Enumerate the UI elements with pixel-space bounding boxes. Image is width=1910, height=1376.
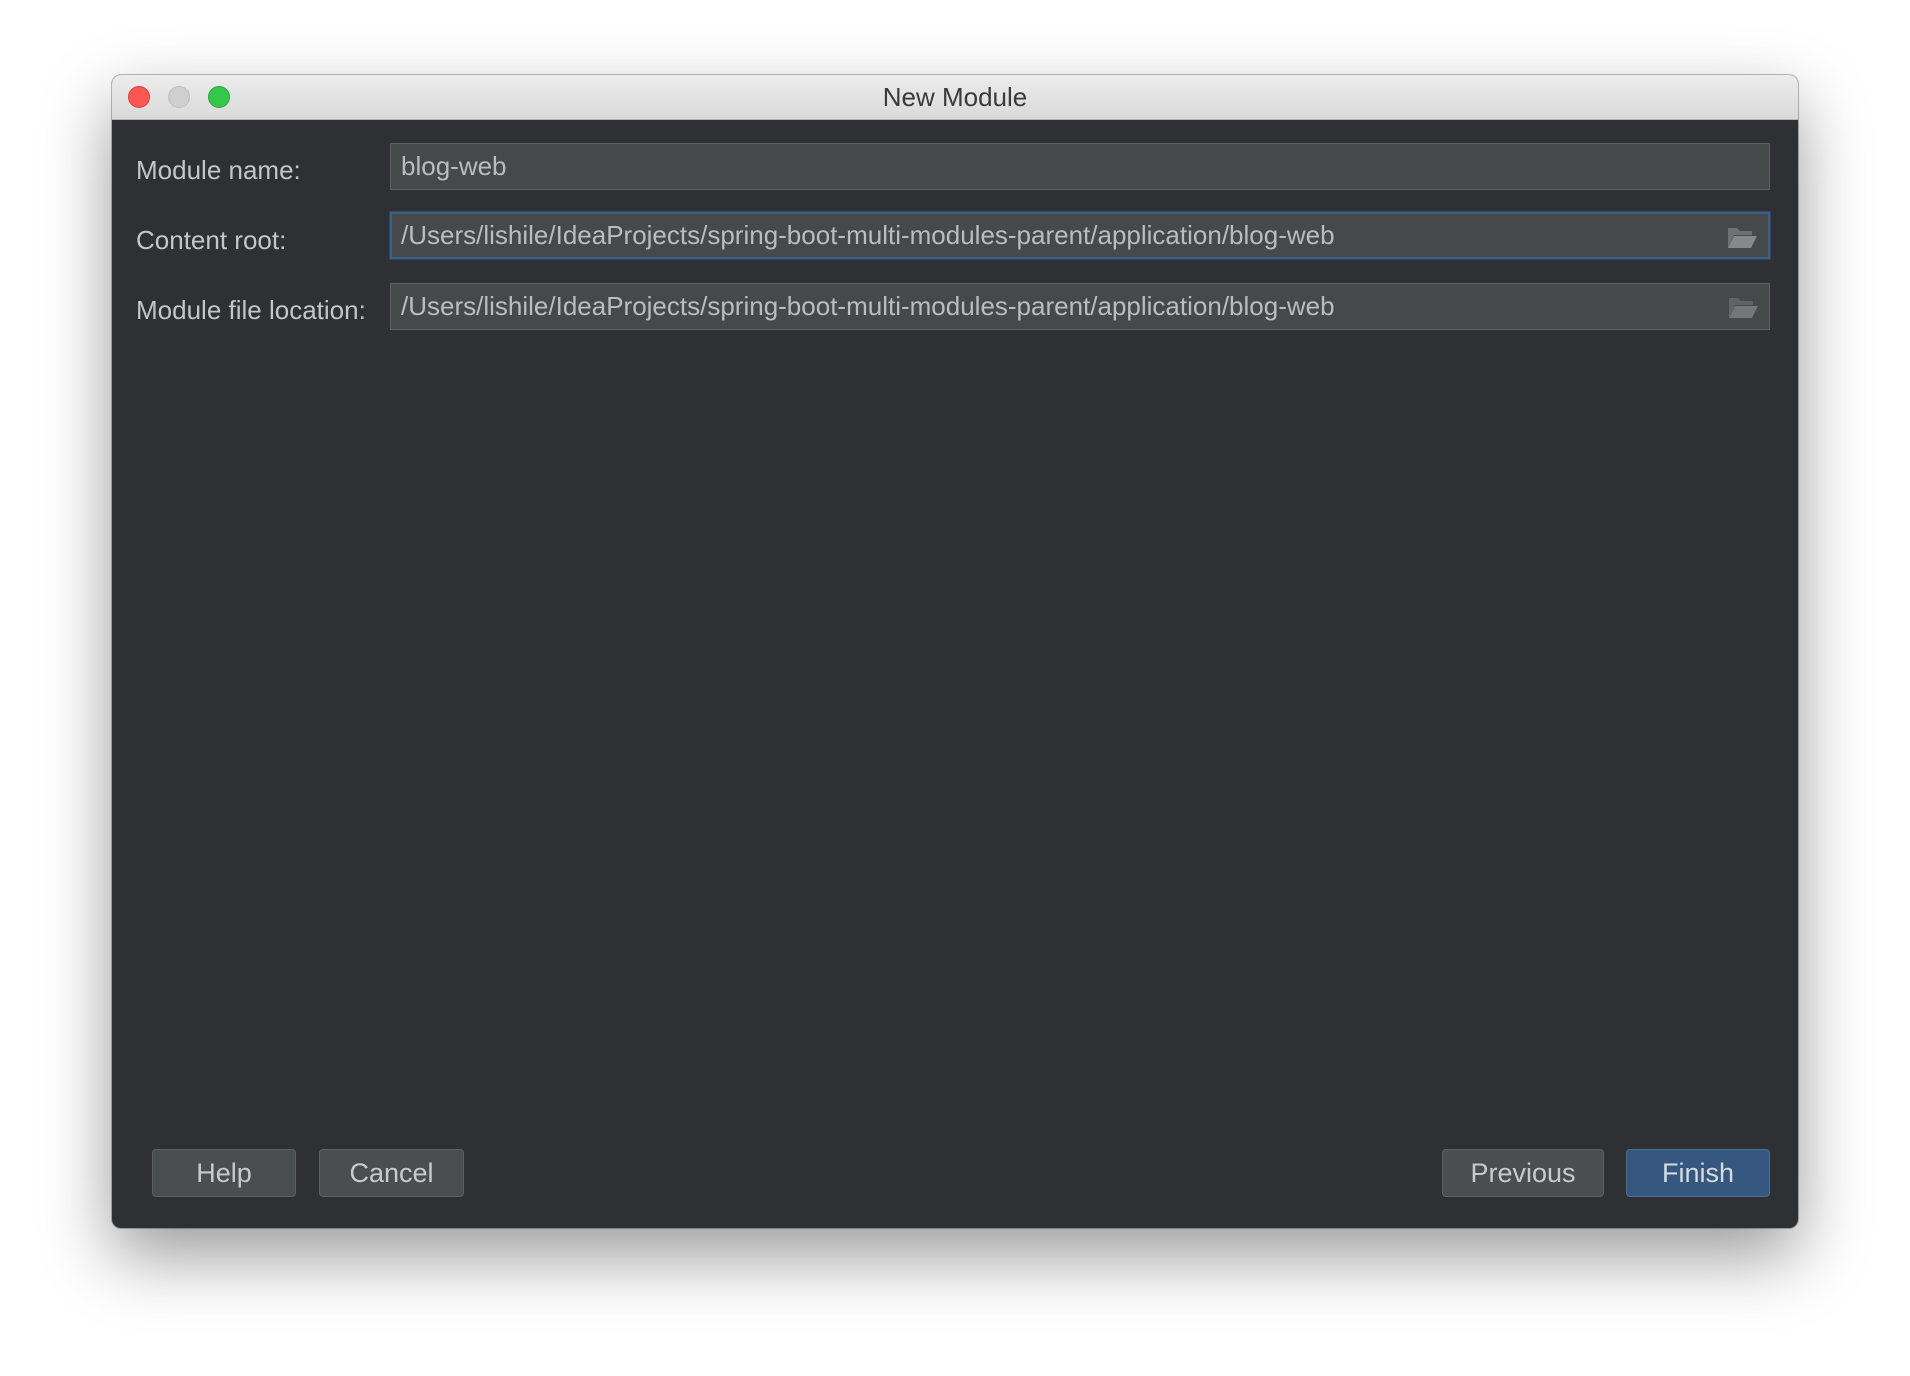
folder-icon[interactable] bbox=[1726, 224, 1758, 250]
module-name-label: Module name: bbox=[136, 155, 301, 185]
module-file-location-label: Module file location: bbox=[136, 295, 366, 325]
module-name-input[interactable]: blog-web bbox=[390, 143, 1770, 190]
module-file-location-value: /Users/lishile/IdeaProjects/spring-boot-… bbox=[401, 291, 1335, 321]
content-root-value: /Users/lishile/IdeaProjects/spring-boot-… bbox=[401, 220, 1335, 250]
window-title: New Module bbox=[882, 82, 1028, 112]
folder-icon[interactable] bbox=[1727, 294, 1759, 320]
cancel-button[interactable]: Cancel bbox=[319, 1149, 464, 1197]
content-root-input[interactable]: /Users/lishile/IdeaProjects/spring-boot-… bbox=[390, 212, 1770, 259]
title-bar[interactable]: New Module bbox=[112, 75, 1798, 120]
previous-button[interactable]: Previous bbox=[1442, 1149, 1604, 1197]
help-button[interactable]: Help bbox=[152, 1149, 296, 1197]
finish-button[interactable]: Finish bbox=[1626, 1149, 1770, 1197]
module-file-location-input[interactable]: /Users/lishile/IdeaProjects/spring-boot-… bbox=[390, 283, 1770, 330]
new-module-dialog: New Module Module name: blog-web Content… bbox=[112, 75, 1798, 1228]
content-root-label: Content root: bbox=[136, 225, 287, 255]
